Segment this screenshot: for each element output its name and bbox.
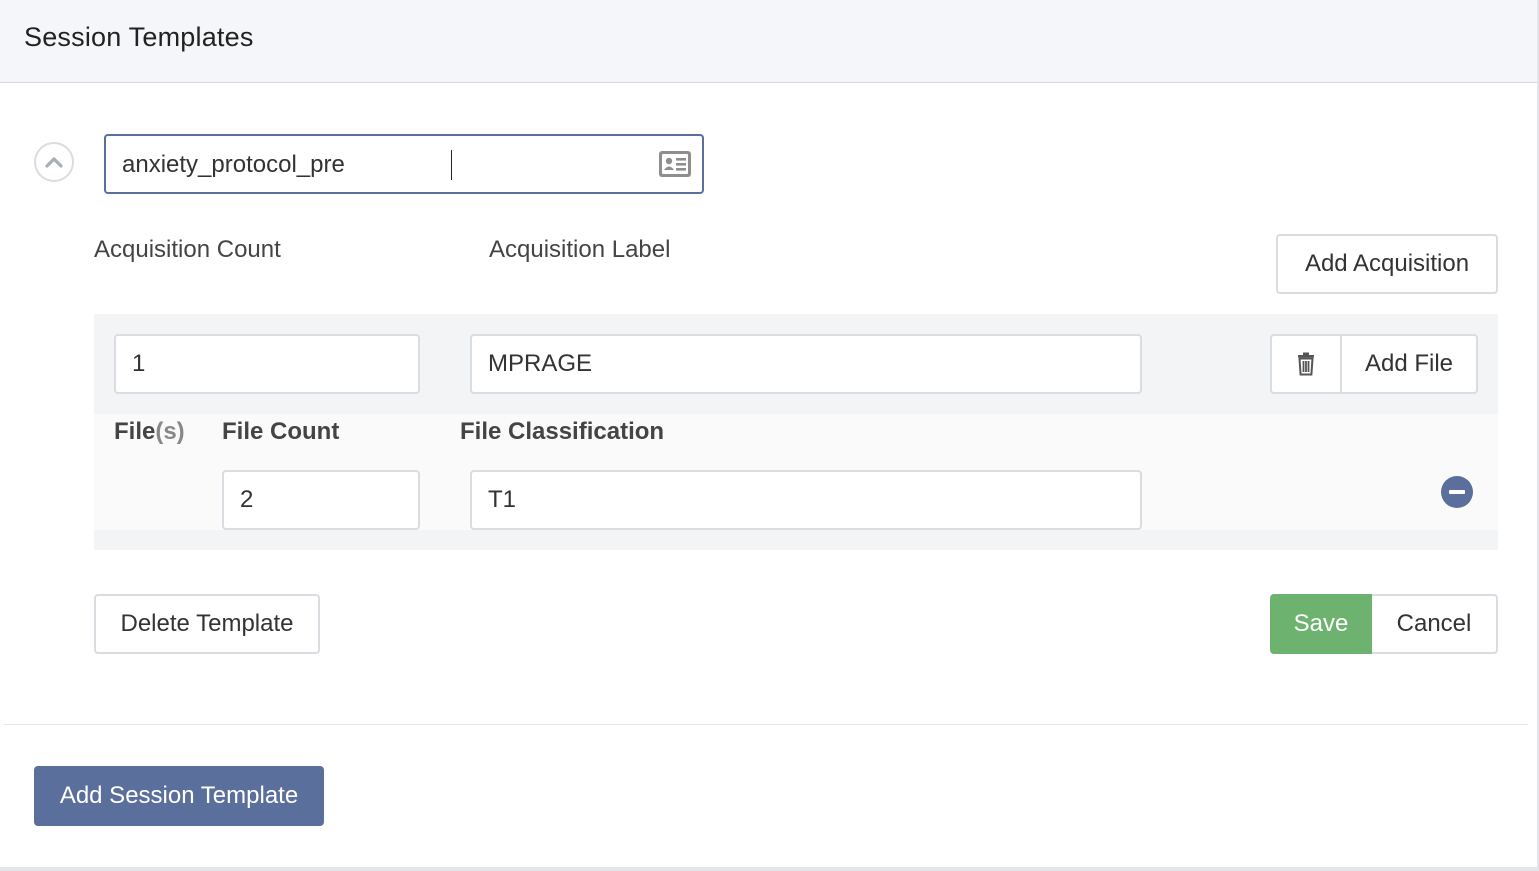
session-templates-panel: Session Templates Acquisition Count Acqu… [0,0,1539,871]
file-classification-input[interactable] [488,484,1124,516]
acquisition-actions: Add File [1270,334,1478,394]
file-count-input[interactable] [240,484,402,516]
files-heading-main: File [114,418,156,445]
panel-header: Session Templates [0,0,1537,83]
trash-icon [1298,352,1314,376]
minus-circle-icon [1449,490,1465,494]
save-button[interactable]: Save [1270,594,1372,654]
file-classification-field[interactable] [470,470,1142,530]
acquisition-count-heading: Acquisition Count [94,236,281,263]
template-name-input[interactable] [122,148,642,182]
files-heading-suffix: (s) [155,418,185,445]
remove-file-button[interactable] [1441,476,1473,508]
add-session-template-button[interactable]: Add Session Template [34,766,324,826]
text-caret [451,150,452,180]
delete-template-button[interactable]: Delete Template [94,594,320,654]
files-heading: File(s) [114,418,185,446]
template-name-field[interactable] [104,134,704,194]
acquisition-count-input[interactable] [132,348,402,380]
acquisition-block: Add File File(s) File Count File Classif… [94,314,1498,550]
acquisition-label-input[interactable] [488,348,1124,380]
file-count-field[interactable] [222,470,420,530]
cancel-button[interactable]: Cancel [1372,594,1498,654]
chevron-up-icon [45,157,63,168]
delete-acquisition-button[interactable] [1272,336,1340,392]
id-card-icon [659,151,691,177]
file-count-heading: File Count [222,418,340,445]
page-title: Session Templates [24,22,254,52]
collapse-template-button[interactable] [34,142,74,182]
add-file-button[interactable]: Add File [1340,336,1476,392]
acquisition-label-field[interactable] [470,334,1142,394]
acquisition-count-field[interactable] [114,334,420,394]
save-cancel-group: Save Cancel [1270,594,1498,654]
file-classification-heading: File Classification [460,418,665,445]
add-acquisition-button[interactable]: Add Acquisition [1276,234,1498,294]
section-divider [4,724,1528,725]
files-section: File(s) File Count File Classification [94,414,1498,530]
acquisition-label-heading: Acquisition Label [489,236,671,263]
